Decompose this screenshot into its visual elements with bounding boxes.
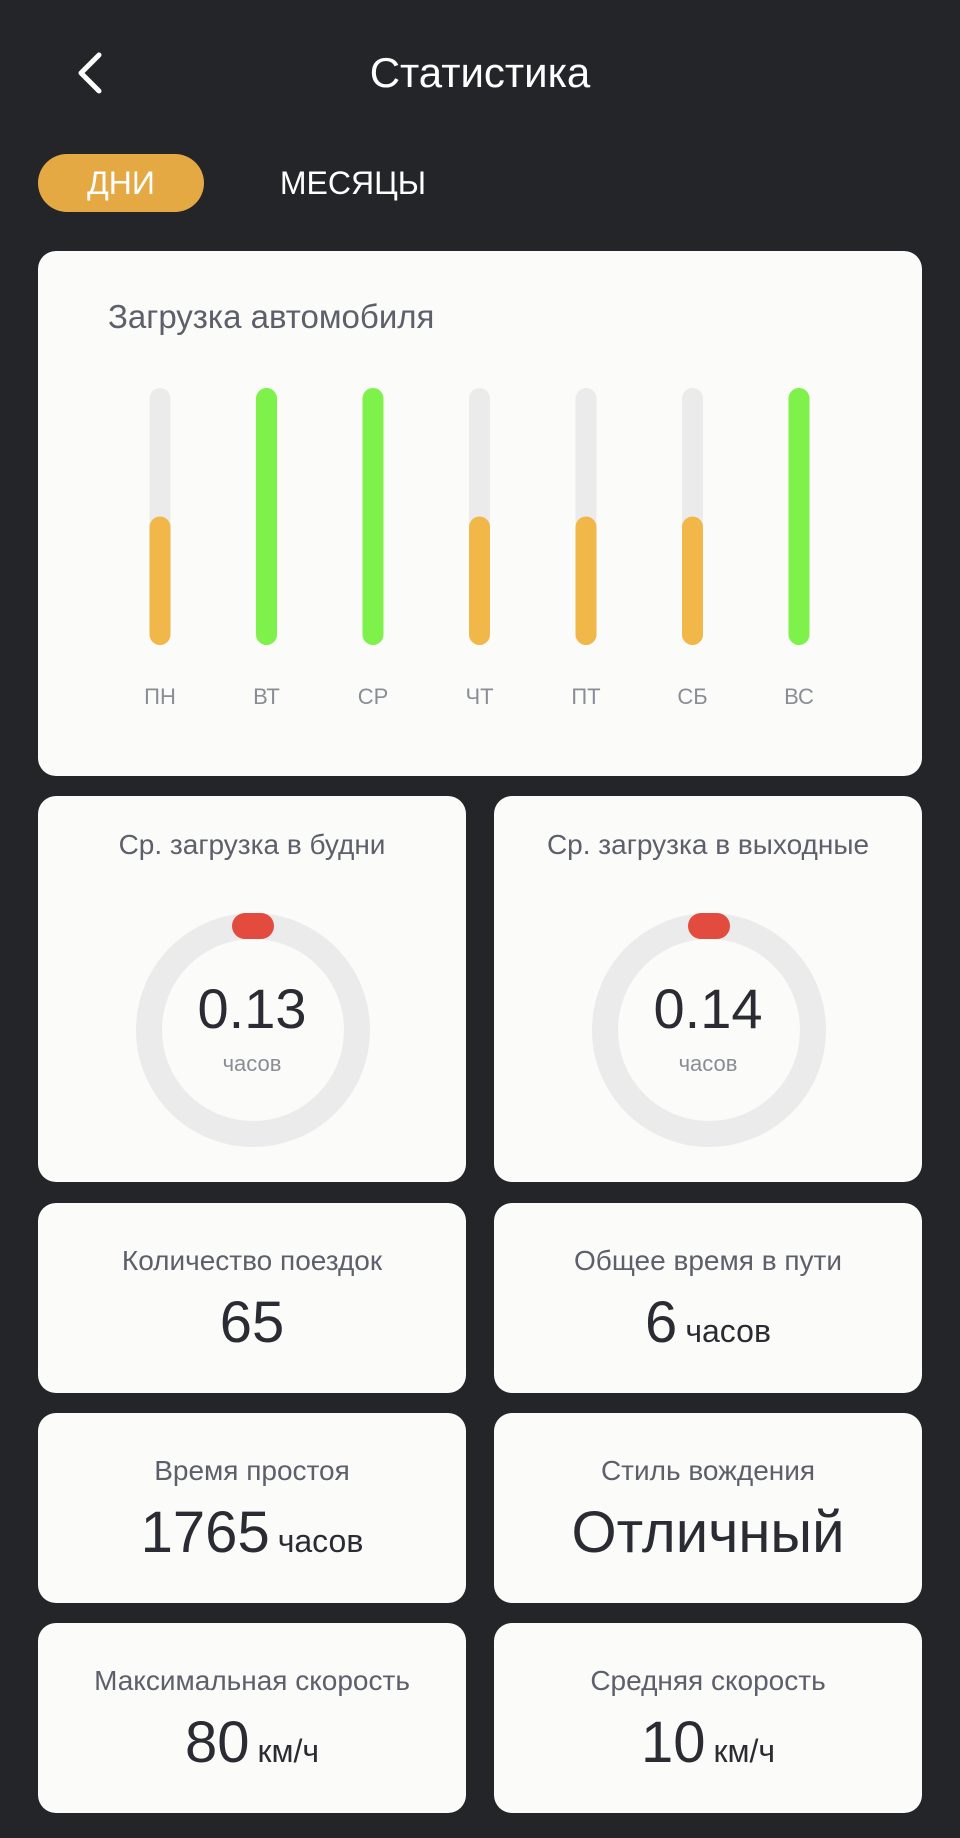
- bar-5: [575, 516, 597, 645]
- max-speed-card: Максимальная скорость 80 км/ч: [38, 1623, 466, 1813]
- day-label-7: ВС: [784, 684, 814, 709]
- weekend-load-unit: часов: [678, 1051, 738, 1076]
- avg-speed-value: 10 км/ч: [494, 1709, 922, 1776]
- day-label-2: ВТ: [253, 684, 280, 709]
- tab-days[interactable]: ДНИ: [38, 154, 204, 212]
- idle-time-card: Время простоя 1765 часов: [38, 1413, 466, 1603]
- max-speed-value: 80 км/ч: [38, 1709, 466, 1776]
- avg-speed-unit: км/ч: [713, 1733, 776, 1769]
- driving-style-text: Отличный: [571, 1500, 845, 1565]
- weekday-load-value: 0.13: [197, 977, 307, 1040]
- car-load-bar-chart: ПН ВТ СР ЧТ ПТ СБ ВС: [144, 388, 814, 709]
- bar-4: [469, 516, 490, 645]
- avg-speed-title: Средняя скорость: [590, 1665, 826, 1696]
- day-label-1: ПН: [144, 684, 176, 709]
- period-tabs: ДНИ МЕСЯЦЫ: [38, 154, 938, 212]
- bar-7: [788, 388, 810, 645]
- page-title: Статистика: [369, 49, 591, 96]
- car-load-chart-card: Загрузка автомобиля ПН ВТ СР ЧТ ПТ СБ ВС: [38, 251, 922, 776]
- travel-time-number: 6: [645, 1290, 678, 1355]
- max-speed-title: Максимальная скорость: [94, 1665, 410, 1696]
- avg-speed-card: Средняя скорость 10 км/ч: [494, 1623, 922, 1813]
- bar-6: [682, 516, 703, 645]
- idle-time-value: 1765 часов: [38, 1499, 466, 1566]
- weekday-load-card: Ср. загрузка в будни 0.13 часов: [38, 796, 466, 1182]
- travel-time-unit: часов: [685, 1313, 771, 1349]
- driving-style-card: Стиль вождения Отличный: [494, 1413, 922, 1603]
- max-speed-unit: км/ч: [257, 1733, 320, 1769]
- bar-3: [362, 388, 384, 645]
- tab-months[interactable]: МЕСЯЦЫ: [258, 154, 448, 212]
- idle-time-title: Время простоя: [154, 1455, 350, 1486]
- driving-style-title: Стиль вождения: [600, 1455, 816, 1486]
- max-speed-number: 80: [184, 1710, 250, 1775]
- day-label-4: ЧТ: [465, 684, 493, 709]
- travel-time-title: Общее время в пути: [574, 1245, 842, 1276]
- trips-value: 65: [38, 1289, 466, 1356]
- header: Статистика: [0, 0, 960, 140]
- travel-time-value: 6 часов: [494, 1289, 922, 1356]
- weekday-load-title: Ср. загрузка в будни: [118, 829, 386, 860]
- weekend-load-title: Ср. загрузка в выходные: [546, 829, 870, 860]
- trips-title: Количество поездок: [121, 1245, 383, 1276]
- avg-speed-number: 10: [640, 1710, 706, 1775]
- driving-style-value: Отличный: [494, 1499, 922, 1566]
- trips-number: 65: [219, 1290, 285, 1355]
- weekday-load-unit: часов: [222, 1051, 282, 1076]
- day-label-3: СР: [358, 684, 389, 709]
- day-label-6: СБ: [677, 684, 707, 709]
- travel-time-card: Общее время в пути 6 часов: [494, 1203, 922, 1393]
- bar-1: [149, 516, 171, 645]
- bar-2: [256, 388, 277, 645]
- weekend-load-value: 0.14: [653, 977, 763, 1040]
- weekend-load-card: Ср. загрузка в выходные 0.14 часов: [494, 796, 922, 1182]
- day-label-5: ПТ: [571, 684, 600, 709]
- idle-time-number: 1765: [140, 1500, 270, 1565]
- idle-time-unit: часов: [277, 1523, 364, 1559]
- trips-card: Количество поездок 65: [38, 1203, 466, 1393]
